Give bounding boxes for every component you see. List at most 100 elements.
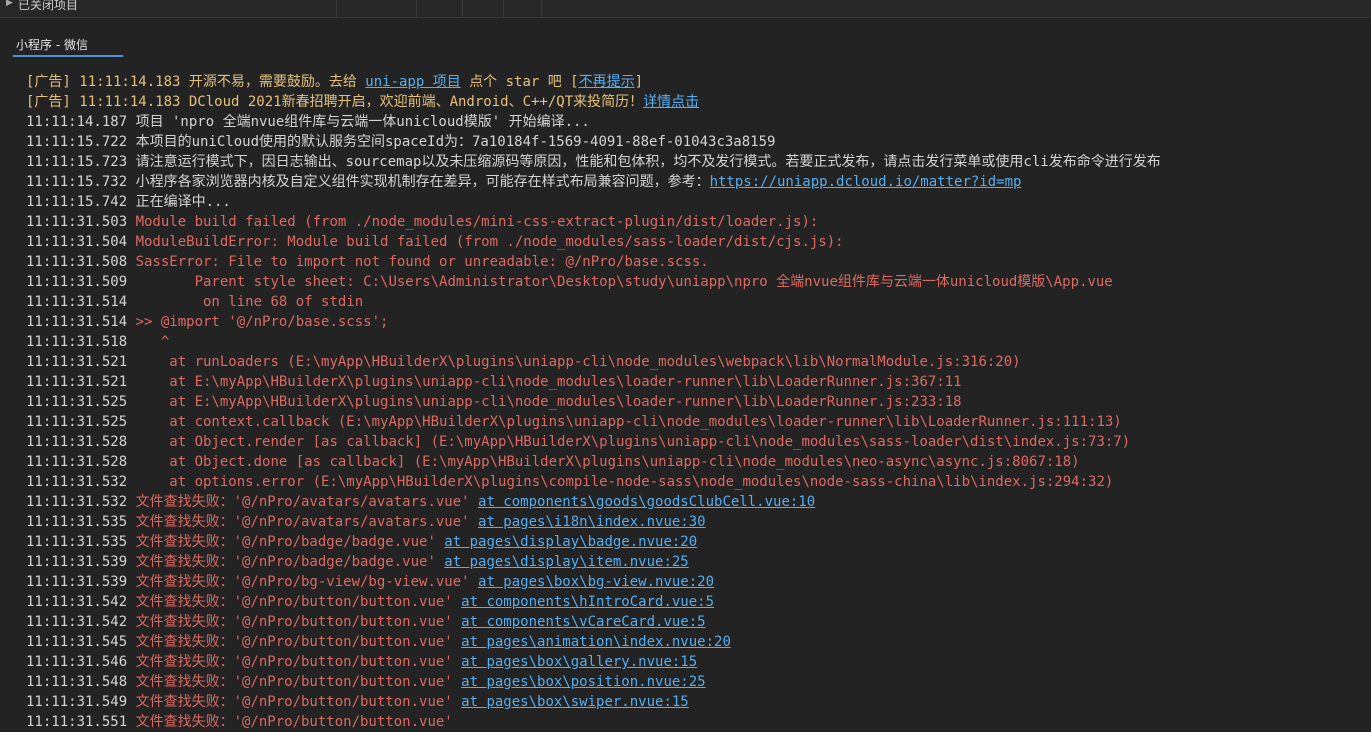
- log-timestamp: 11:11:31.528: [26, 454, 136, 470]
- log-timestamp: 11:11:31.508: [26, 254, 136, 270]
- log-timestamp: 11:11:31.525: [26, 414, 136, 430]
- log-text: SassError: File to import not found or u…: [135, 254, 709, 270]
- log-text: 点个 star 吧 [: [460, 74, 579, 90]
- log-line: 11:11:31.551 文件查找失败：'@/nPro/button/butto…: [26, 712, 1366, 732]
- log-line: 11:11:31.545 文件查找失败：'@/nPro/button/butto…: [26, 632, 1366, 652]
- log-text: 文件查找失败：'@/nPro/button/button.vue': [135, 714, 462, 730]
- log-timestamp: 11:11:31.528: [26, 434, 136, 450]
- top-bar: ▶ 已关闭项目: [0, 0, 1371, 18]
- log-line: 11:11:31.518 ^: [26, 332, 1366, 352]
- log-link[interactable]: at pages\box\position.nvue:25: [461, 674, 705, 690]
- log-link[interactable]: at components\vCareCard.vue:5: [461, 614, 705, 630]
- log-line: 11:11:31.525 at E:\myApp\HBuilderX\plugi…: [26, 392, 1366, 412]
- log-line: 11:11:15.722 本项目的uniCloud使用的默认服务空间spaceI…: [26, 132, 1366, 152]
- log-line: 11:11:31.521 at E:\myApp\HBuilderX\plugi…: [26, 372, 1366, 392]
- log-line: 11:11:15.732 小程序各家浏览器内核及自定义组件实现机制存在差异，可能…: [26, 172, 1366, 192]
- log-line: 11:11:31.535 文件查找失败：'@/nPro/badge/badge.…: [26, 532, 1366, 552]
- log-line: 11:11:14.187 项目 'npro 全端nvue组件库与云端一体unic…: [26, 112, 1366, 132]
- log-text: [广告] 11:11:14.183 开源不易，需要鼓励。去给: [26, 74, 366, 90]
- log-timestamp: 11:11:31.521: [26, 354, 136, 370]
- log-timestamp: 11:11:31.539: [26, 574, 136, 590]
- log-link[interactable]: at pages\animation\index.nvue:20: [461, 634, 731, 650]
- log-text: 文件查找失败：'@/nPro/badge/badge.vue': [135, 554, 445, 570]
- log-text: Module build failed (from ./node_modules…: [135, 214, 819, 230]
- log-line: [广告] 11:11:14.183 DCloud 2021新春招聘开启，欢迎前端…: [26, 92, 1366, 112]
- log-line: 11:11:31.532 at options.error (E:\myApp\…: [26, 472, 1366, 492]
- log-line: 11:11:31.514 on line 68 of stdin: [26, 292, 1366, 312]
- log-line: 11:11:31.535 文件查找失败：'@/nPro/avatars/avat…: [26, 512, 1366, 532]
- log-timestamp: 11:11:31.548: [26, 674, 136, 690]
- log-line: 11:11:31.539 文件查找失败：'@/nPro/badge/badge.…: [26, 552, 1366, 572]
- log-text: 文件查找失败：'@/nPro/button/button.vue': [135, 634, 462, 650]
- log-link[interactable]: 详情点击: [643, 94, 699, 110]
- log-timestamp: 11:11:31.514: [26, 314, 136, 330]
- log-text: at E:\myApp\HBuilderX\plugins\uniapp-cli…: [135, 374, 962, 390]
- log-timestamp: 11:11:31.542: [26, 594, 136, 610]
- closed-projects-label[interactable]: 已关闭项目: [18, 0, 78, 13]
- log-text: 小程序各家浏览器内核及自定义组件实现机制存在差异，可能存在样式布局兼容问题，参考…: [135, 174, 710, 190]
- chevron-right-icon[interactable]: ▶: [6, 0, 13, 8]
- log-link[interactable]: at pages\box\gallery.nvue:15: [461, 654, 697, 670]
- log-text: 文件查找失败：'@/nPro/badge/badge.vue': [135, 534, 445, 550]
- console-tab-label[interactable]: 小程序 - 微信: [13, 38, 88, 52]
- log-line: 11:11:15.742 正在编译中...: [26, 192, 1366, 212]
- log-text: [广告] 11:11:14.183 DCloud 2021新春招聘开启，欢迎前端…: [26, 94, 644, 110]
- log-text: ]: [634, 74, 644, 90]
- log-text: 文件查找失败：'@/nPro/button/button.vue': [135, 674, 462, 690]
- log-text: ^: [135, 334, 170, 350]
- log-text: at Object.render [as callback] (E:\myApp…: [135, 434, 1131, 450]
- log-line: 11:11:31.508 SassError: File to import n…: [26, 252, 1366, 272]
- log-timestamp: 11:11:31.503: [26, 214, 136, 230]
- log-timestamp: 11:11:31.521: [26, 374, 136, 390]
- log-link[interactable]: at pages\box\swiper.nvue:15: [461, 694, 689, 710]
- log-line: 11:11:31.503 Module build failed (from .…: [26, 212, 1366, 232]
- log-timestamp: 11:11:31.518: [26, 334, 136, 350]
- log-text: 文件查找失败：'@/nPro/button/button.vue': [135, 614, 462, 630]
- log-text: 文件查找失败：'@/nPro/avatars/avatars.vue': [135, 514, 479, 530]
- tab-divider: [503, 0, 504, 17]
- console-tab-wechat-miniprogram[interactable]: 小程序 - 微信: [13, 36, 123, 57]
- log-text: at context.callback (E:\myApp\HBuilderX\…: [135, 414, 1122, 430]
- log-link[interactable]: at pages\display\item.nvue:25: [444, 554, 688, 570]
- log-text: 请注意运行模式下，因日志输出、sourcemap以及未压缩源码等原因，性能和包体…: [135, 154, 1161, 170]
- log-timestamp: 11:11:15.742: [26, 194, 136, 210]
- log-timestamp: 11:11:14.187: [26, 114, 136, 130]
- log-text: 文件查找失败：'@/nPro/avatars/avatars.vue': [135, 494, 479, 510]
- tab-divider: [541, 0, 542, 17]
- log-timestamp: 11:11:31.509: [26, 274, 136, 290]
- log-line: 11:11:31.514 >> @import '@/nPro/base.scs…: [26, 312, 1366, 332]
- log-line: 11:11:31.525 at context.callback (E:\myA…: [26, 412, 1366, 432]
- log-timestamp: 11:11:31.514: [26, 294, 136, 310]
- log-link[interactable]: https://uniapp.dcloud.io/matter?id=mp: [710, 174, 1022, 190]
- log-text: 文件查找失败：'@/nPro/bg-view/bg-view.vue': [135, 574, 479, 590]
- console-log: [广告] 11:11:14.183 开源不易，需要鼓励。去给 uni-app 项…: [26, 72, 1366, 732]
- log-line: 11:11:31.528 at Object.done [as callback…: [26, 452, 1366, 472]
- log-timestamp: 11:11:15.732: [26, 174, 136, 190]
- log-link[interactable]: at pages\display\badge.nvue:20: [444, 534, 697, 550]
- log-line: 11:11:31.546 文件查找失败：'@/nPro/button/butto…: [26, 652, 1366, 672]
- log-line: 11:11:31.542 文件查找失败：'@/nPro/button/butto…: [26, 612, 1366, 632]
- log-link[interactable]: at pages\box\bg-view.nvue:20: [478, 574, 714, 590]
- log-text: 项目 'npro 全端nvue组件库与云端一体unicloud模版' 开始编译.…: [135, 114, 590, 130]
- log-line: 11:11:31.539 文件查找失败：'@/nPro/bg-view/bg-v…: [26, 572, 1366, 592]
- log-timestamp: 11:11:31.539: [26, 554, 136, 570]
- log-link[interactable]: at components\hIntroCard.vue:5: [461, 594, 714, 610]
- log-timestamp: 11:11:31.545: [26, 634, 136, 650]
- log-line: 11:11:31.532 文件查找失败：'@/nPro/avatars/avat…: [26, 492, 1366, 512]
- log-link[interactable]: uni-app 项目: [365, 74, 460, 90]
- closed-projects-node[interactable]: ▶ 已关闭项目: [0, 0, 337, 17]
- log-text: Parent style sheet: C:\Users\Administrat…: [135, 274, 1113, 290]
- log-link[interactable]: at components\goods\goodsClubCell.vue:10: [478, 494, 815, 510]
- log-text: 本项目的uniCloud使用的默认服务空间spaceId为：7a10184f-1…: [135, 134, 776, 150]
- log-timestamp: 11:11:31.549: [26, 694, 136, 710]
- log-line: 11:11:31.509 Parent style sheet: C:\User…: [26, 272, 1366, 292]
- log-text: at E:\myApp\HBuilderX\plugins\uniapp-cli…: [135, 394, 962, 410]
- log-timestamp: 11:11:31.504: [26, 234, 136, 250]
- log-line: 11:11:31.521 at runLoaders (E:\myApp\HBu…: [26, 352, 1366, 372]
- log-link[interactable]: at pages\i18n\index.nvue:30: [478, 514, 706, 530]
- log-timestamp: 11:11:15.722: [26, 134, 136, 150]
- log-link[interactable]: 不再提示: [579, 74, 635, 90]
- log-text: at runLoaders (E:\myApp\HBuilderX\plugin…: [135, 354, 1021, 370]
- log-text: on line 68 of stdin: [135, 294, 364, 310]
- log-timestamp: 11:11:31.542: [26, 614, 136, 630]
